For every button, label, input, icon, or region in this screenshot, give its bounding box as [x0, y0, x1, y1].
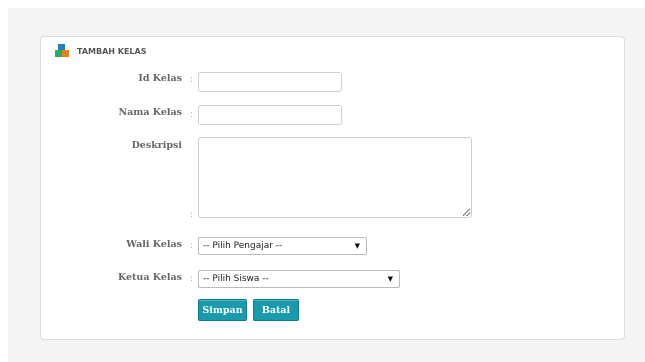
blocks-icon — [55, 44, 70, 58]
ketua-kelas-selected: -- Pilih Siswa -- — [203, 274, 269, 284]
chevron-down-icon: ▼ — [387, 275, 393, 283]
wali-kelas-select[interactable]: -- Pilih Pengajar -- ▼ — [198, 237, 367, 255]
wali-kelas-selected: -- Pilih Pengajar -- — [203, 241, 283, 251]
id-kelas-label: Id Kelas — [138, 73, 182, 84]
id-kelas-colon: : — [190, 75, 194, 85]
panel-header: TAMBAH KELAS — [55, 43, 146, 59]
deskripsi-textarea[interactable] — [198, 137, 472, 218]
wali-kelas-label: Wali Kelas — [126, 239, 182, 250]
id-kelas-input[interactable] — [198, 72, 342, 92]
nama-kelas-colon: : — [190, 110, 194, 120]
deskripsi-colon: : — [190, 210, 194, 220]
nama-kelas-input[interactable] — [198, 105, 342, 125]
cancel-button[interactable]: Batal — [253, 299, 299, 321]
textarea-resize-handle[interactable] — [463, 209, 470, 216]
ketua-kelas-label: Ketua Kelas — [117, 272, 182, 283]
save-button[interactable]: Simpan — [198, 299, 247, 321]
panel-title: TAMBAH KELAS — [77, 46, 147, 56]
wali-kelas-colon: : — [190, 241, 194, 251]
ketua-kelas-colon: : — [190, 274, 194, 284]
ketua-kelas-select[interactable]: -- Pilih Siswa -- ▼ — [198, 270, 400, 288]
chevron-down-icon: ▼ — [354, 242, 360, 250]
deskripsi-label: Deskripsi — [131, 140, 182, 151]
nama-kelas-label: Nama Kelas — [118, 107, 182, 118]
